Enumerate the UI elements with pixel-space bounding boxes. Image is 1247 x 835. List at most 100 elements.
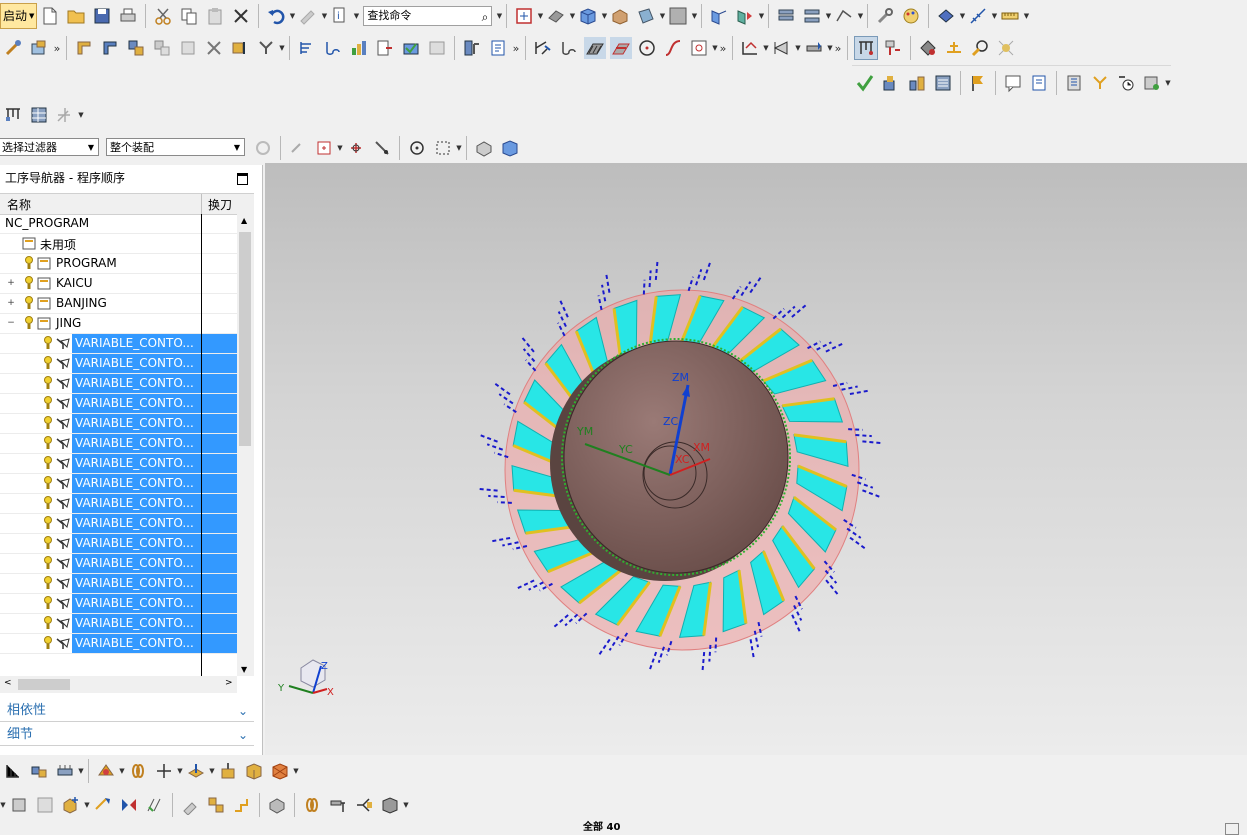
chevron-down-icon[interactable]: ▼ [209,760,215,782]
cut-icon[interactable] [152,5,174,27]
create-operation-icon[interactable] [125,37,147,59]
chevron-down-icon[interactable]: ▼ [959,5,965,27]
verify-toolpath-icon[interactable] [348,37,370,59]
cube-group-icon[interactable] [379,794,401,816]
delete-icon[interactable] [230,5,252,27]
expand-icon[interactable]: + [7,279,15,288]
display-icon[interactable] [610,37,632,59]
save-icon[interactable] [91,5,113,27]
shade-icon[interactable] [545,5,567,27]
blocks-icon[interactable] [28,760,50,782]
chevron-down-icon[interactable]: ▼ [84,794,90,816]
chevron-down-icon[interactable]: ▼ [1165,72,1171,94]
layer-icon[interactable] [635,5,657,27]
geometry-view-icon[interactable] [917,37,939,59]
palette-icon[interactable] [900,5,922,27]
hierarchy-icon[interactable] [2,760,24,782]
zoom-icon[interactable] [969,37,991,59]
chevron-down-icon[interactable]: ▼ [691,5,697,27]
point-icon[interactable] [688,37,710,59]
component-icon[interactable] [734,5,756,27]
section-view-icon[interactable] [609,5,631,27]
ruler-icon[interactable] [999,5,1021,27]
create-method-icon[interactable] [99,37,121,59]
chevron-down-icon[interactable]: ▼ [659,5,665,27]
box-icon[interactable] [243,760,265,782]
view-triad[interactable]: Z Y X [277,659,334,698]
delete-operation-icon[interactable] [203,37,225,59]
method-view-icon[interactable] [943,37,965,59]
chevron-down-icon[interactable]: ▼ [289,5,295,27]
copy-operation-icon[interactable] [151,37,173,59]
chevron-down-icon[interactable]: ▼ [119,760,125,782]
assembly-icon[interactable] [775,5,797,27]
shading-icon[interactable] [584,37,606,59]
properties-icon[interactable] [255,37,277,59]
link-icon[interactable] [127,760,149,782]
fixture-icon[interactable] [54,760,76,782]
program-order-view-icon[interactable] [854,36,878,60]
machine-view-icon[interactable] [882,37,904,59]
chevron-down-icon[interactable]: ▼ [537,5,543,27]
column-divider[interactable] [201,194,202,214]
drill-icon[interactable] [327,794,349,816]
background-icon[interactable] [667,5,689,27]
operation-nav-icon[interactable] [771,37,793,59]
chevron-down-icon[interactable]: ▼ [279,37,285,59]
move-icon[interactable] [92,794,114,816]
frame-icon[interactable] [34,794,56,816]
chevron-down-icon[interactable]: ▼ [403,794,409,816]
dialog-icon[interactable] [1002,72,1024,94]
chevron-down-icon[interactable]: ⌄ [238,700,248,722]
select-body-icon[interactable] [473,137,495,159]
scroll-left-icon[interactable]: < [4,678,12,688]
status-badge[interactable] [1225,823,1239,835]
dependencies-panel[interactable]: 相依性 ⌄ [0,700,254,722]
snap-end-icon[interactable] [345,137,367,159]
cylinder-icon[interactable] [8,794,30,816]
check-icon[interactable] [558,37,580,59]
chevron-down-icon[interactable]: ▼ [293,760,299,782]
chevron-down-icon[interactable]: ▼ [321,5,327,27]
more-icon[interactable]: » [718,42,728,55]
mirror-icon[interactable] [118,794,140,816]
search-icon[interactable]: ⌕ [482,8,489,26]
create-program-icon[interactable] [2,37,24,59]
add-component-icon[interactable] [60,794,82,816]
target-icon[interactable] [406,137,428,159]
wizard-icon[interactable] [995,37,1017,59]
open-folder-icon[interactable] [65,5,87,27]
constraint-icon[interactable] [833,5,855,27]
pattern-icon[interactable] [144,794,166,816]
plus-icon[interactable] [153,760,175,782]
table-icon[interactable] [28,104,50,126]
start-menu-button[interactable]: 启动 ▼ [0,3,38,29]
ipw-icon[interactable] [532,37,554,59]
replay-toolpath-icon[interactable] [322,37,344,59]
split-icon[interactable] [353,794,375,816]
column-toolchange-header[interactable]: 换刀 [208,196,232,213]
scroll-right-icon[interactable]: > [225,678,233,688]
details-panel[interactable]: 细节 ⌄ [0,724,254,746]
column-name-header[interactable]: 名称 [7,196,31,213]
snap-grid-icon[interactable] [313,137,335,159]
list-toolpath-icon[interactable] [426,37,448,59]
scroll-thumb[interactable] [239,232,251,446]
tool-list-icon[interactable] [1063,72,1085,94]
rectangle-select-icon[interactable] [432,137,454,159]
vertical-scrollbar[interactable]: ▲ ▼ [237,214,254,676]
chevron-down-icon[interactable]: ▼ [758,5,764,27]
time-icon[interactable] [1115,72,1137,94]
measure-icon[interactable] [967,5,989,27]
generate-toolpath-icon[interactable] [296,37,318,59]
create-geometry-icon[interactable] [73,37,95,59]
chevron-down-icon[interactable]: ▼ [601,5,607,27]
expand-icon[interactable]: + [7,299,15,308]
solid-cube-icon[interactable] [577,5,599,27]
wrench-icon[interactable] [874,5,896,27]
more-icon[interactable]: » [52,42,62,55]
paste-icon[interactable] [204,5,226,27]
chevron-down-icon[interactable]: ▼ [1023,5,1029,27]
more-icon[interactable]: » [833,42,843,55]
clearance-icon[interactable] [906,72,928,94]
